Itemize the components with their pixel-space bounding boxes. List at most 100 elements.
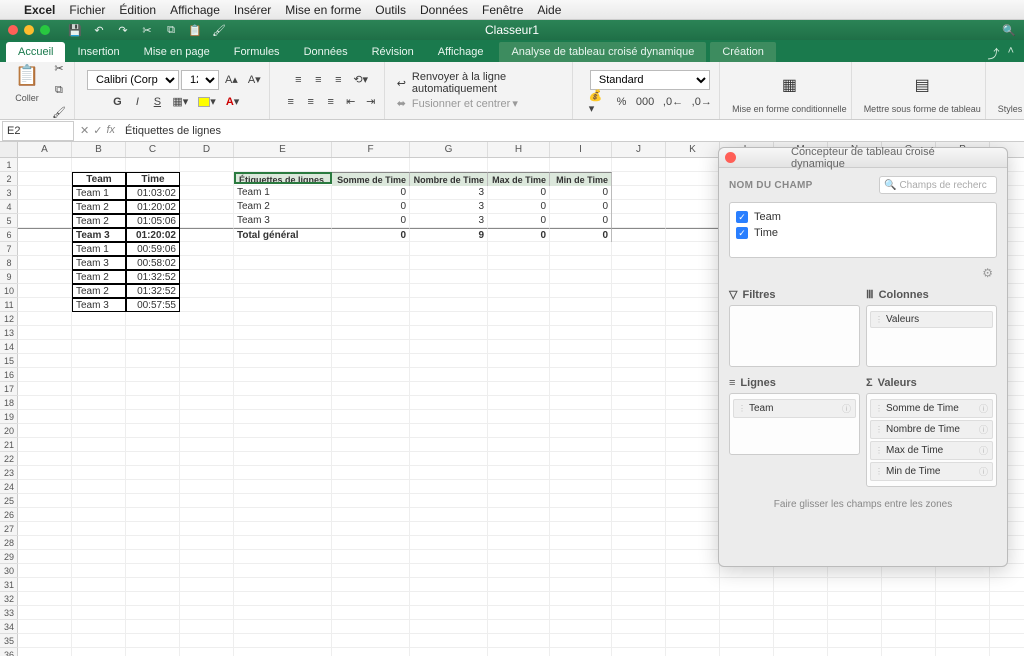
cell[interactable] <box>550 298 612 312</box>
tab-insert[interactable]: Insertion <box>65 42 131 62</box>
format-as-table-icon[interactable]: ▤ <box>905 68 939 102</box>
row-header[interactable]: 15 <box>0 354 18 368</box>
cell[interactable] <box>666 284 720 298</box>
pivot-item-team[interactable]: ⋮Teamⓘ <box>733 399 856 418</box>
cell[interactable] <box>550 354 612 368</box>
font-size-select[interactable]: 12 <box>181 70 219 90</box>
cell[interactable] <box>720 620 774 634</box>
cell[interactable] <box>332 312 410 326</box>
cell[interactable] <box>18 536 72 550</box>
cell[interactable]: 0 <box>488 186 550 200</box>
info-icon[interactable]: ⓘ <box>979 444 988 457</box>
cell[interactable] <box>72 396 126 410</box>
cell[interactable]: 0 <box>332 228 410 242</box>
row-header[interactable]: 26 <box>0 508 18 522</box>
cell[interactable]: Team 3 <box>72 228 126 242</box>
cell[interactable] <box>72 382 126 396</box>
cell[interactable] <box>234 466 332 480</box>
cell[interactable] <box>126 522 180 536</box>
cell[interactable] <box>72 326 126 340</box>
cell[interactable] <box>550 634 612 648</box>
cell[interactable] <box>72 466 126 480</box>
cell[interactable] <box>936 648 990 656</box>
cell[interactable] <box>234 256 332 270</box>
cell[interactable] <box>72 158 126 172</box>
cell[interactable] <box>332 270 410 284</box>
cell[interactable] <box>72 522 126 536</box>
cell[interactable] <box>72 438 126 452</box>
cell[interactable] <box>666 522 720 536</box>
tab-formulas[interactable]: Formules <box>222 42 292 62</box>
orientation-icon[interactable]: ⟲▾ <box>349 70 372 90</box>
cell[interactable] <box>18 172 72 186</box>
cell[interactable] <box>332 382 410 396</box>
cell[interactable] <box>550 480 612 494</box>
cell[interactable] <box>332 564 410 578</box>
cell[interactable] <box>612 242 666 256</box>
cell[interactable] <box>488 634 550 648</box>
cell[interactable] <box>410 242 488 256</box>
row-header[interactable]: 24 <box>0 480 18 494</box>
cell[interactable] <box>882 578 936 592</box>
cell[interactable] <box>666 256 720 270</box>
cell[interactable] <box>410 340 488 354</box>
cell[interactable] <box>332 494 410 508</box>
cell[interactable] <box>410 536 488 550</box>
cell-styles-icon[interactable]: ▧ <box>1013 68 1024 102</box>
cell[interactable]: Team 1 <box>72 186 126 200</box>
pivot-item-min-time[interactable]: ⋮Min de Timeⓘ <box>870 462 993 481</box>
cell[interactable] <box>234 396 332 410</box>
cell[interactable]: Team 3 <box>234 214 332 228</box>
increase-font-icon[interactable]: A▴ <box>221 70 242 90</box>
percent-icon[interactable]: % <box>613 92 631 112</box>
cell[interactable] <box>550 284 612 298</box>
cell[interactable] <box>488 340 550 354</box>
row-header[interactable]: 18 <box>0 396 18 410</box>
indent-decrease-icon[interactable]: ⇤ <box>342 92 360 112</box>
menu-data[interactable]: Données <box>420 3 468 17</box>
cell[interactable] <box>612 438 666 452</box>
cell[interactable] <box>234 564 332 578</box>
cell[interactable] <box>774 592 828 606</box>
cell[interactable] <box>666 648 720 656</box>
pivot-item-values[interactable]: ⋮Valeurs <box>870 311 993 328</box>
cell[interactable] <box>488 620 550 634</box>
cell[interactable] <box>126 158 180 172</box>
cell[interactable] <box>550 242 612 256</box>
row-header[interactable]: 22 <box>0 452 18 466</box>
cell[interactable] <box>332 396 410 410</box>
cell[interactable] <box>234 620 332 634</box>
cell[interactable]: 00:57:55 <box>126 298 180 312</box>
cell[interactable] <box>126 508 180 522</box>
wrap-text-label[interactable]: Renvoyer à la ligne automatiquement <box>412 71 568 95</box>
cell[interactable] <box>234 508 332 522</box>
cell[interactable] <box>72 312 126 326</box>
cell[interactable] <box>410 480 488 494</box>
font-name-select[interactable]: Calibri (Corps) <box>87 70 179 90</box>
cell[interactable] <box>18 620 72 634</box>
row-header[interactable]: 30 <box>0 564 18 578</box>
cell[interactable] <box>18 396 72 410</box>
cell[interactable]: 3 <box>410 200 488 214</box>
cell[interactable] <box>332 340 410 354</box>
increase-decimal-icon[interactable]: ,0← <box>660 92 687 112</box>
cell[interactable] <box>234 270 332 284</box>
row-header[interactable]: 16 <box>0 368 18 382</box>
decrease-decimal-icon[interactable]: ,0→ <box>688 92 715 112</box>
pivot-field-time[interactable]: ✓Time <box>736 225 990 241</box>
cell[interactable]: 01:03:02 <box>126 186 180 200</box>
cell[interactable] <box>612 466 666 480</box>
cell[interactable] <box>410 312 488 326</box>
row-header[interactable]: 20 <box>0 424 18 438</box>
pivot-field-search[interactable]: 🔍Champs de recherc <box>879 176 997 194</box>
cell[interactable] <box>410 564 488 578</box>
cell[interactable]: Team 2 <box>72 284 126 298</box>
cell[interactable] <box>666 214 720 228</box>
cell[interactable] <box>332 550 410 564</box>
cell[interactable] <box>126 648 180 656</box>
fx-icon[interactable]: fx <box>106 124 115 137</box>
cell[interactable] <box>180 494 234 508</box>
align-bottom-icon[interactable]: ≡ <box>329 70 347 90</box>
cell[interactable] <box>18 592 72 606</box>
cell[interactable] <box>18 340 72 354</box>
